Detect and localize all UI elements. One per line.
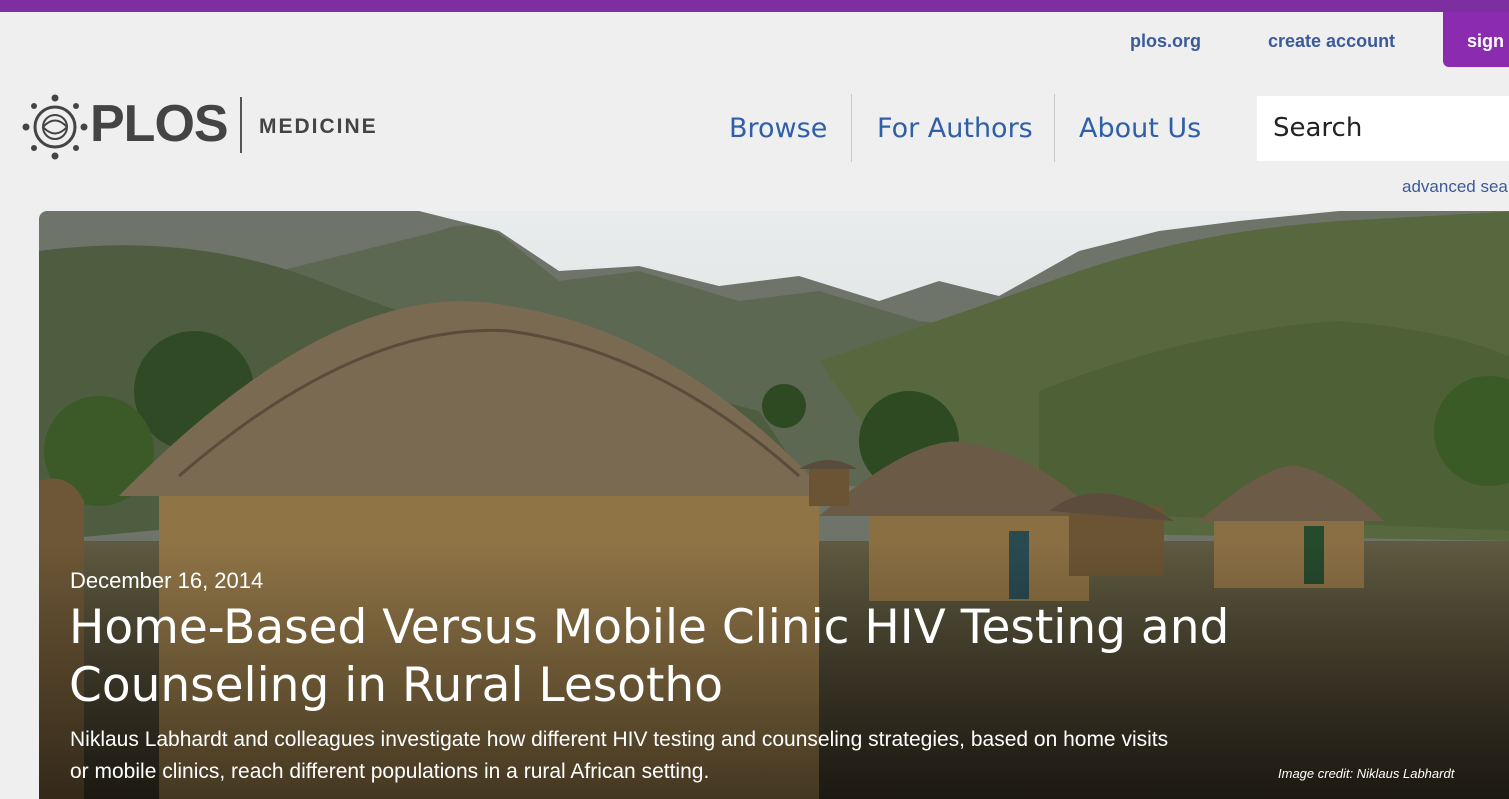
advanced-search-link[interactable]: advanced search	[1402, 177, 1509, 197]
nav-divider	[851, 94, 852, 162]
create-account-link[interactable]: create account	[1268, 31, 1395, 52]
page: plos.org create account sign in PLOS MED…	[0, 0, 1509, 799]
sign-in-button[interactable]: sign in	[1443, 12, 1509, 67]
plos-logo-mark-icon	[22, 94, 88, 160]
plos-org-link[interactable]: plos.org	[1130, 31, 1201, 52]
article-date: December 16, 2014	[70, 568, 264, 593]
logo-divider	[240, 97, 242, 153]
journal-name: MEDICINE	[259, 115, 378, 138]
search-placeholder: Search	[1273, 113, 1363, 143]
plos-wordmark: PLOS	[90, 95, 229, 153]
brand-top-bar	[0, 0, 1509, 12]
nav-divider	[1054, 94, 1055, 162]
nav-browse[interactable]: Browse	[729, 113, 827, 144]
image-credit: Image credit: Niklaus Labhardt	[1278, 766, 1455, 781]
nav-about-us[interactable]: About Us	[1079, 113, 1201, 144]
article-summary: Niklaus Labhardt and colleagues investig…	[70, 728, 1169, 783]
article-title[interactable]: Home-Based Versus Mobile Clinic HIV Test…	[69, 599, 1319, 715]
nav-for-authors[interactable]: For Authors	[877, 113, 1033, 144]
